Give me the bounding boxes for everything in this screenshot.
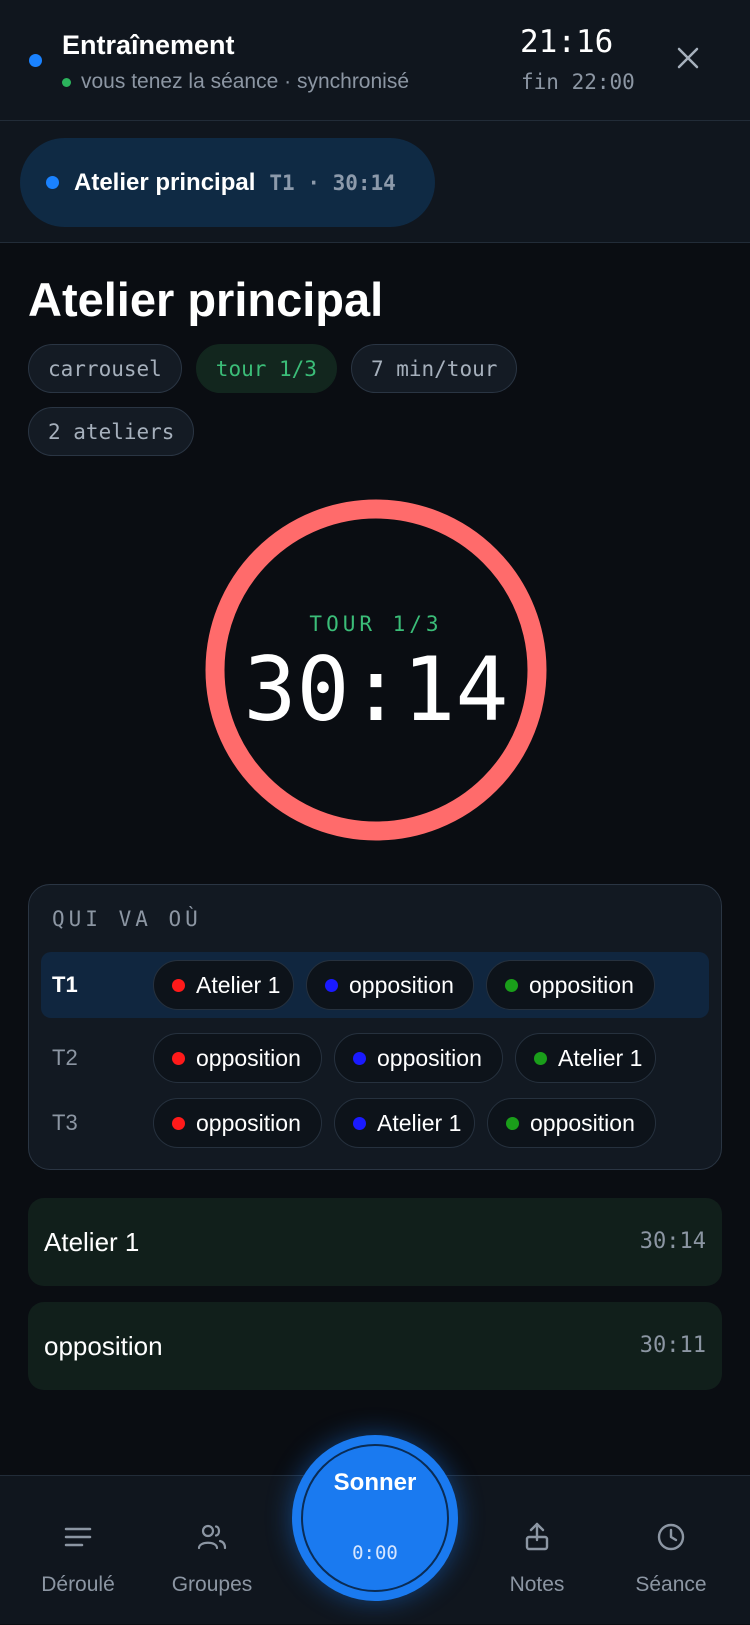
rotation-chip-red: Atelier 1 [153, 960, 294, 1010]
active-block-bar: Atelier principal T1 · 30:14 [0, 121, 750, 243]
group-red-dot [172, 1116, 185, 1130]
rotation-card: QUI VA OÙ T1 Atelier 1 opposition opposi… [28, 884, 722, 1170]
current-time: 21:16 [520, 24, 614, 60]
session-status-dot [29, 54, 42, 67]
rotation-chip-green: Atelier 1 [515, 1033, 656, 1083]
group-red-dot [172, 1051, 185, 1065]
chip-label: opposition [530, 1109, 635, 1136]
group-green-dot [506, 1116, 519, 1130]
chip-label: opposition [196, 1109, 301, 1136]
ring-button-time: 0:00 [352, 1542, 398, 1564]
station-time: 30:11 [639, 1333, 706, 1358]
chip-label: opposition [377, 1044, 482, 1071]
page-title: Atelier principal [28, 273, 384, 326]
rotation-chip-green: opposition [486, 960, 655, 1010]
sync-status-text: vous tenez la séance · synchronisé [81, 70, 410, 93]
close-button[interactable] [674, 44, 702, 72]
group-green-dot [505, 978, 518, 992]
chip-label: Atelier 1 [377, 1109, 462, 1136]
rotation-chip-green: opposition [487, 1098, 656, 1148]
chip-label: opposition [196, 1044, 301, 1071]
list-icon [64, 1527, 92, 1547]
sync-dot [62, 77, 71, 87]
rotation-chip-blue: opposition [334, 1033, 503, 1083]
rotation-row-t1: T1 Atelier 1 opposition opposition [41, 952, 709, 1018]
nav-label: Séance [635, 1573, 707, 1596]
clock-icon [657, 1523, 685, 1551]
station-time: 30:14 [639, 1229, 706, 1254]
station-name: Atelier 1 [44, 1227, 140, 1257]
share-icon [525, 1522, 549, 1551]
station-card[interactable]: opposition 30:11 [28, 1302, 722, 1390]
timer-round-label: TOUR 1/3 [309, 612, 443, 636]
tag-format: carrousel [28, 344, 182, 393]
nav-label: Notes [509, 1573, 565, 1596]
ring-button-inner-ring [301, 1444, 449, 1592]
tag-stations: 2 ateliers [28, 407, 195, 456]
rotation-row-label: T3 [52, 1110, 78, 1135]
users-icon [197, 1524, 227, 1550]
active-block-name: Atelier principal [74, 168, 256, 196]
nav-item-notes[interactable]: Notes [487, 1476, 587, 1625]
end-time: fin 22:00 [521, 70, 635, 94]
rotation-chip-red: opposition [153, 1033, 322, 1083]
chip-label: opposition [529, 971, 634, 998]
active-block-pill[interactable]: Atelier principal T1 · 30:14 [20, 138, 435, 227]
close-icon [677, 47, 699, 69]
nav-label: Groupes [171, 1573, 253, 1596]
group-red-dot [172, 978, 185, 992]
station-name: opposition [44, 1331, 163, 1361]
nav-item-seance[interactable]: Séance [621, 1476, 721, 1625]
session-header: Entraînement vous tenez la séance · sync… [0, 0, 750, 121]
ring-bell-button[interactable]: Sonner 0:00 [292, 1435, 458, 1601]
round-timer: TOUR 1/3 30:14 [204, 498, 548, 842]
rotation-row-t3: T3 opposition Atelier 1 opposition [41, 1090, 709, 1156]
tag-round: tour 1/3 [195, 344, 337, 393]
nav-label: Déroulé [41, 1573, 115, 1596]
rotation-row-label: T1 [52, 972, 78, 997]
station-card[interactable]: Atelier 1 30:14 [28, 1198, 722, 1286]
timer-value: 30:14 [243, 638, 509, 741]
session-title: Entraînement [62, 30, 235, 60]
sync-status: vous tenez la séance · synchronisé [62, 70, 409, 94]
nav-item-groupes[interactable]: Groupes [162, 1476, 262, 1625]
ring-button-label: Sonner [333, 1469, 417, 1496]
group-blue-dot [325, 978, 338, 992]
rotation-chip-red: opposition [153, 1098, 322, 1148]
rotation-chip-blue: Atelier 1 [334, 1098, 475, 1148]
rotation-chip-blue: opposition [306, 960, 474, 1010]
active-block-meta: T1 · 30:14 [269, 170, 396, 195]
active-block-dot [46, 176, 59, 189]
tag-duration: 7 min/tour [350, 344, 518, 393]
group-green-dot [534, 1051, 547, 1065]
nav-item-deroule[interactable]: Déroulé [28, 1476, 128, 1625]
block-tags: carrousel tour 1/3 7 min/tour 2 ateliers [28, 344, 588, 456]
group-blue-dot [353, 1116, 366, 1130]
group-blue-dot [353, 1051, 366, 1065]
rotation-row-label: T2 [52, 1045, 78, 1070]
chip-label: Atelier 1 [558, 1044, 643, 1071]
rotation-title: QUI VA OÙ [52, 907, 202, 931]
chip-label: Atelier 1 [196, 971, 281, 998]
rotation-row-t2: T2 opposition opposition Atelier 1 [41, 1025, 709, 1091]
chip-label: opposition [349, 971, 454, 998]
